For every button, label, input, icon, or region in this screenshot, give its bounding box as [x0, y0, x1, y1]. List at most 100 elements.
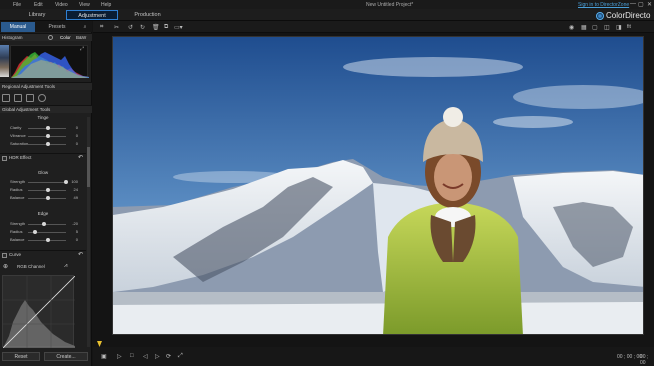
straighten-icon[interactable]: ✂ [114, 24, 119, 31]
view-mode-icon[interactable]: ◉ [569, 24, 574, 31]
minimize-button[interactable]: — [630, 1, 636, 7]
photo-svg [113, 37, 643, 334]
reset-button[interactable]: Reset [2, 352, 40, 361]
edge-balance-value[interactable]: 0 [66, 237, 78, 242]
menu-help[interactable]: Help [101, 2, 111, 8]
curve-row: Curve ↶ [0, 250, 86, 258]
expand-icon[interactable]: ⤢ [80, 46, 84, 52]
signin-link[interactable]: Sign in to DirectorZone [578, 2, 629, 8]
menu-view[interactable]: View [79, 2, 90, 8]
hdr-effect-row: HDR Effect ↶ [0, 153, 86, 161]
create-button[interactable]: Create... [44, 352, 88, 361]
reset-icon[interactable]: ↶ [78, 154, 83, 161]
edge-balance-row: Balance 0 [0, 236, 86, 244]
adjustment-tab[interactable]: Adjustment [66, 10, 118, 20]
vibrance-label: Vibrance [10, 133, 26, 138]
end-timecode: 00 ; 00 [640, 354, 649, 366]
glow-radius-row: Radius 24 [0, 186, 86, 194]
gradient-mask-icon[interactable] [2, 94, 10, 102]
histogram-toggle-icon[interactable] [48, 35, 53, 40]
play-icon[interactable]: ▷ [117, 353, 122, 360]
close-button[interactable]: ✕ [647, 1, 652, 8]
compare-icon[interactable]: ▭▾ [174, 24, 183, 31]
histogram-bw-option[interactable]: B&W [76, 34, 86, 42]
glow-radius-value[interactable]: 24 [66, 187, 78, 192]
edge-strength-slider[interactable] [28, 224, 66, 225]
curve-checkbox[interactable] [2, 253, 7, 258]
fit-button[interactable]: fit [627, 24, 631, 30]
vibrance-value[interactable]: 0 [66, 133, 78, 138]
clarity-knob[interactable] [46, 126, 50, 130]
glow-strength-slider[interactable] [28, 182, 66, 183]
histogram-graph [10, 45, 89, 78]
stop-icon[interactable]: □ [130, 353, 134, 359]
curve-svg [2, 275, 76, 349]
edge-strength-label: Strength [10, 221, 26, 226]
menu-file[interactable]: File [13, 2, 21, 8]
menu-video[interactable]: Video [55, 2, 68, 8]
tab-manual[interactable]: Manual [1, 22, 35, 32]
curve-graph-icon[interactable]: ⩘ [64, 263, 67, 270]
brush-icon[interactable] [14, 94, 22, 102]
glow-strength-row: Strength 100 [0, 178, 86, 186]
single-view-icon[interactable]: ▢ [592, 24, 598, 31]
tinge-title: Tinge [37, 115, 49, 120]
search-icon[interactable]: ⌕ [80, 22, 90, 32]
fullscreen-icon[interactable]: ⤢ [178, 353, 183, 360]
curve-reset-icon[interactable]: ↶ [78, 251, 83, 258]
crop-icon[interactable]: ⌗ [100, 24, 103, 31]
scroll-thumb[interactable] [87, 147, 90, 187]
saturation-value[interactable]: 0 [66, 141, 78, 146]
split-view-icon[interactable]: ◫ [604, 24, 610, 31]
glow-radius-knob[interactable] [46, 188, 50, 192]
grid-view-icon[interactable]: ▦ [581, 24, 587, 31]
loop-icon[interactable]: ⟳ [166, 353, 171, 360]
saturation-knob[interactable] [46, 142, 50, 146]
hdr-label: HDR Effect [9, 155, 32, 160]
next-frame-icon[interactable]: ▷ [155, 353, 160, 360]
hdr-checkbox[interactable] [2, 156, 7, 161]
edge-balance-knob[interactable] [46, 238, 50, 242]
photo-preview[interactable] [112, 36, 644, 335]
curve-point-icon[interactable]: ⊕ [3, 263, 8, 270]
clarity-label: Clarity [10, 125, 22, 130]
dual-view-icon[interactable]: ◨ [616, 24, 622, 31]
edge-strength-knob[interactable] [42, 222, 47, 226]
edge-radius-value[interactable]: 5 [66, 229, 78, 234]
library-tab[interactable]: Library [18, 10, 56, 20]
rotate-right-icon[interactable]: ↻ [140, 24, 145, 31]
colordirector-logo-icon [596, 12, 604, 20]
edit-toolbar: ⌗ ✂ ↺ ↻ 🗑 ⧉ ▭▾ ◉ ▦ ▢ ◫ ◨ fit [93, 21, 654, 33]
glow-balance-label: Balance [10, 195, 25, 200]
radial-mask-icon[interactable] [26, 94, 34, 102]
previous-frame-icon[interactable]: ◁ [143, 353, 148, 360]
regional-tools [0, 93, 92, 104]
production-tab[interactable]: Production [125, 10, 170, 20]
glow-balance-value[interactable]: 49 [66, 195, 78, 200]
clarity-value[interactable]: 0 [66, 125, 78, 130]
edge-radius-knob[interactable] [33, 230, 38, 234]
delete-icon[interactable]: 🗑 [152, 24, 160, 31]
glow-balance-knob[interactable] [46, 196, 50, 200]
maximize-button[interactable]: ▢ [638, 1, 644, 8]
copy-icon[interactable]: ⧉ [164, 24, 168, 31]
curve-graph[interactable] [2, 275, 76, 349]
glow-title: Glow [37, 170, 49, 175]
menu-edit[interactable]: Edit [34, 2, 43, 8]
edge-strength-value[interactable]: -20 [66, 221, 78, 226]
glow-strength-label: Strength [10, 179, 26, 184]
regional-header: Regional Adjustment Tools [0, 82, 92, 90]
menu-bar: File Edit Video View Help New Untitled P… [0, 0, 654, 9]
edge-radius-label: Radius [10, 229, 23, 234]
glow-strength-value[interactable]: 100 [66, 179, 78, 184]
brand-name: ColorDirecto [606, 11, 651, 20]
rgb-channel-select[interactable]: RGB Channel [17, 264, 45, 269]
tab-presets[interactable]: Presets [40, 22, 74, 32]
histogram-color-option[interactable]: Color [60, 34, 71, 42]
vibrance-row: Vibrance 0 [0, 132, 86, 140]
vibrance-knob[interactable] [46, 134, 50, 138]
thumbnail-toggle-icon[interactable]: ▣ [101, 353, 107, 360]
rotate-left-icon[interactable]: ↺ [128, 24, 133, 31]
left-scrollbar[interactable] [87, 117, 90, 347]
spot-removal-icon[interactable] [38, 94, 46, 102]
